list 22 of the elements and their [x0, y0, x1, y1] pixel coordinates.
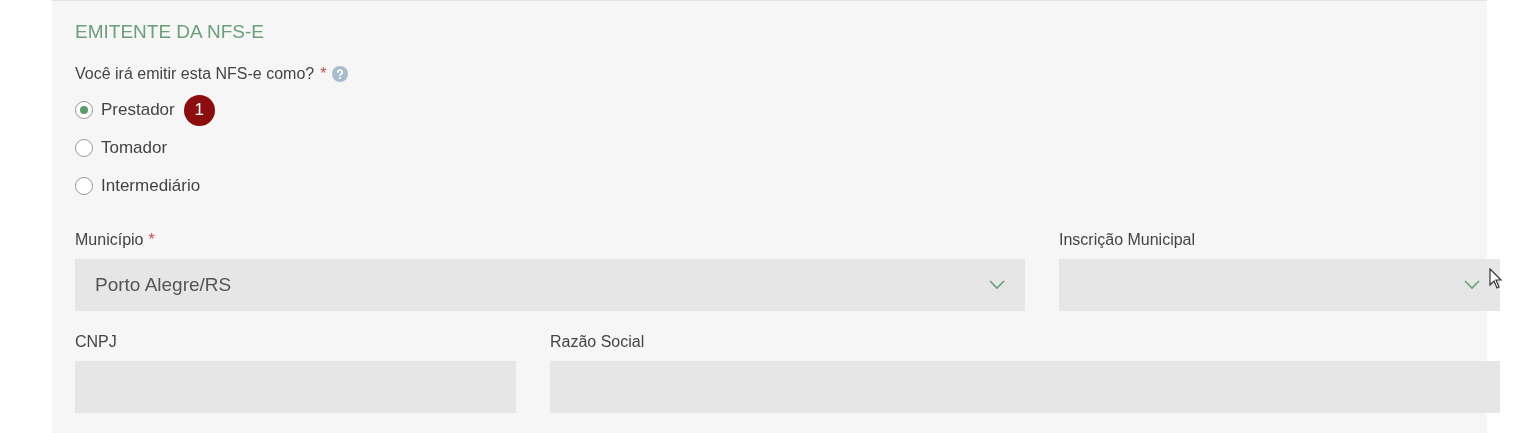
- field-label: Inscrição Municipal: [1059, 230, 1196, 250]
- radio-button[interactable]: [75, 101, 93, 119]
- step-badge: 1: [183, 94, 215, 126]
- option-label[interactable]: Intermediário: [101, 173, 201, 199]
- select-field[interactable]: Porto Alegre/RS: [75, 259, 1025, 311]
- section-title: EMITENTE DA NFS-E: [75, 20, 265, 44]
- option-label[interactable]: Tomador: [101, 135, 168, 161]
- question-label: Você irá emitir esta NFS-e como?: [75, 64, 315, 84]
- field-label: Razão Social: [550, 332, 645, 352]
- mouse-cursor-icon: [1489, 268, 1503, 290]
- radio-button[interactable]: [75, 139, 93, 157]
- help-icon[interactable]: [332, 66, 349, 82]
- required-asterisk: *: [320, 64, 327, 84]
- select-field[interactable]: [1059, 259, 1500, 311]
- option-label[interactable]: Prestador: [101, 97, 175, 123]
- field-label: Município: [75, 230, 144, 250]
- radio-button[interactable]: [75, 177, 93, 195]
- field-label: CNPJ: [75, 332, 117, 352]
- required-asterisk: *: [148, 230, 155, 250]
- chevron-down-icon: [1464, 280, 1480, 290]
- input-field[interactable]: [550, 361, 1500, 413]
- chevron-down-icon: [989, 280, 1005, 290]
